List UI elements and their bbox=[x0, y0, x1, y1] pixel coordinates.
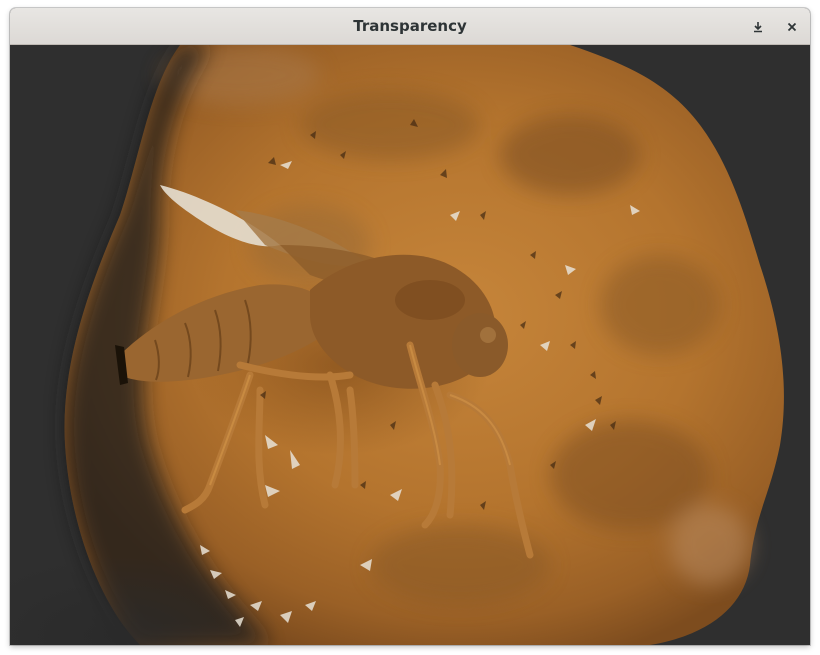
window-title: Transparency bbox=[353, 17, 467, 35]
minimize-icon bbox=[754, 22, 762, 33]
close-icon bbox=[787, 22, 797, 32]
close-button[interactable] bbox=[780, 15, 804, 39]
title-bar[interactable]: Transparency bbox=[10, 8, 810, 45]
app-window: Transparency bbox=[10, 8, 810, 645]
amber-scene bbox=[10, 45, 784, 645]
3d-viewport[interactable] bbox=[10, 45, 810, 645]
minimize-button[interactable] bbox=[746, 15, 770, 39]
